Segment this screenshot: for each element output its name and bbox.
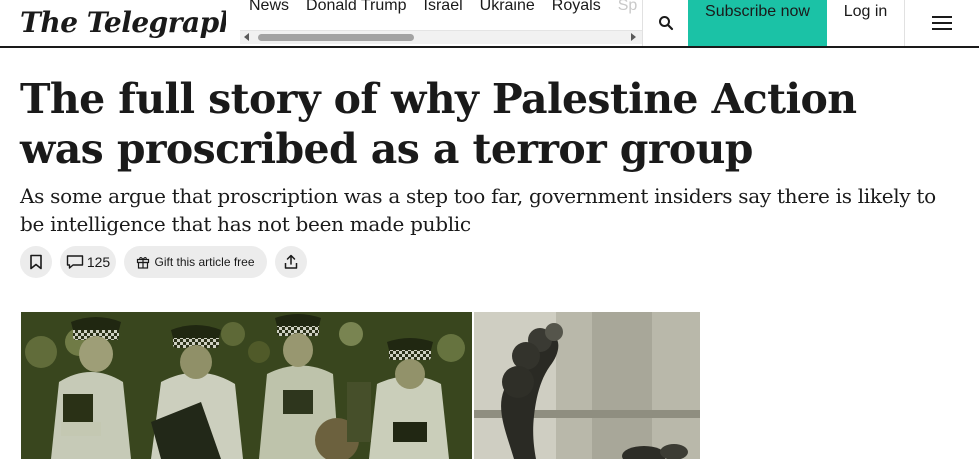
- menu-button[interactable]: [904, 0, 979, 46]
- nav-items: News Donald Trump Israel Ukraine Royals …: [249, 0, 642, 19]
- police-photo-illustration: [21, 312, 472, 459]
- smoke-flare-photo: [474, 312, 700, 459]
- top-navigation: News Donald Trump Israel Ukraine Royals …: [240, 0, 642, 46]
- nav-item-israel[interactable]: Israel: [424, 0, 463, 19]
- police-officers-photo: [21, 312, 472, 459]
- article-headline: The full story of why Palestine Action w…: [20, 75, 857, 173]
- gift-icon: [137, 257, 150, 269]
- nav-item-news[interactable]: News: [249, 0, 289, 19]
- nav-item-sport[interactable]: Sp: [618, 0, 638, 19]
- search-button[interactable]: [642, 0, 688, 46]
- telegraph-logo-mark: The Telegraph: [20, 6, 226, 39]
- login-button[interactable]: Log in: [827, 0, 904, 46]
- search-icon: [658, 16, 673, 31]
- subscribe-button[interactable]: Subscribe now: [688, 0, 827, 46]
- site-header: The Telegraph News Donald Trump Israel U…: [0, 0, 979, 48]
- smoke-photo-illustration: [474, 312, 700, 459]
- share-button[interactable]: [275, 246, 307, 278]
- share-icon: [284, 254, 298, 269]
- lead-image: [21, 312, 700, 459]
- bookmark-icon: [30, 254, 42, 270]
- comment-icon: [66, 255, 84, 269]
- gift-article-label: Gift this article free: [154, 255, 255, 269]
- comment-count: 125: [86, 254, 111, 270]
- save-article-button[interactable]: [20, 246, 52, 278]
- article-standfirst: As some argue that proscription was a st…: [20, 184, 936, 236]
- hamburger-menu-icon: [932, 16, 952, 30]
- comments-button[interactable]: 125: [60, 246, 116, 278]
- scroll-left-arrow-icon[interactable]: [244, 33, 249, 41]
- nav-scrollbar[interactable]: [240, 30, 642, 44]
- nav-item-ukraine[interactable]: Ukraine: [480, 0, 535, 19]
- logo-text: The Telegraph: [20, 6, 226, 39]
- nav-item-royals[interactable]: Royals: [552, 0, 601, 19]
- telegraph-logo[interactable]: The Telegraph: [20, 0, 228, 44]
- scrollbar-thumb[interactable]: [258, 34, 414, 41]
- article-actions: 125 Gift this article free: [20, 246, 315, 278]
- gift-article-button[interactable]: Gift this article free: [124, 246, 267, 278]
- scroll-right-arrow-icon[interactable]: [631, 33, 636, 41]
- nav-item-donald-trump[interactable]: Donald Trump: [306, 0, 407, 19]
